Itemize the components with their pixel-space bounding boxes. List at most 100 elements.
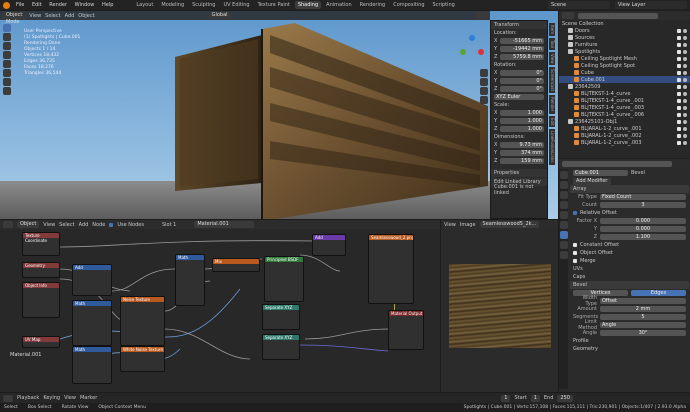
grid-icon[interactable]	[480, 96, 488, 104]
node-menu-node[interactable]: Node	[92, 222, 105, 228]
world-tab-icon[interactable]	[560, 211, 568, 219]
rotation-y-field[interactable]: 0°	[500, 78, 544, 84]
outliner-item[interactable]: 23642509	[559, 83, 690, 90]
tab-animation[interactable]: Animation	[323, 1, 355, 9]
dimension-z-field[interactable]: 159 mm	[500, 158, 544, 164]
outliner-item[interactable]: BLJARAL-1-2_curve_.001	[559, 125, 690, 132]
eye-icon[interactable]	[683, 49, 687, 54]
scene-tab-icon[interactable]	[560, 201, 568, 209]
constant-offset-checkbox[interactable]	[573, 243, 577, 247]
angle-field[interactable]: 30°	[600, 330, 686, 336]
segments-field[interactable]: 5	[600, 314, 686, 320]
node-separate-xyz-1[interactable]: Separate XYZ	[262, 304, 300, 330]
object-dropdown[interactable]: Object	[17, 221, 40, 228]
rotation-x-field[interactable]: 0°	[500, 70, 544, 76]
profile-subpanel[interactable]: Profile	[570, 337, 689, 345]
outliner-item[interactable]: BLJTEKST-1-4_curve	[559, 90, 690, 97]
node-menu-view[interactable]: View	[43, 222, 55, 228]
timeline-view[interactable]: View	[64, 395, 76, 401]
visibility-checkbox[interactable]	[677, 140, 681, 145]
menu-file[interactable]: File	[16, 2, 24, 8]
end-frame-field[interactable]: 250	[557, 394, 573, 402]
pan-icon[interactable]	[480, 78, 488, 86]
outliner-item[interactable]: Furniture	[559, 41, 690, 48]
eye-icon[interactable]	[683, 126, 687, 131]
node-separate-xyz-2[interactable]: Separate XYZ	[262, 334, 300, 360]
geometry-subpanel[interactable]: Geometry	[570, 345, 689, 353]
material-tab-icon[interactable]	[560, 251, 568, 259]
outliner-item[interactable]: Sources	[559, 34, 690, 41]
eye-icon[interactable]	[683, 105, 687, 110]
wood-planks-object[interactable]	[0, 11, 490, 219]
visibility-checkbox[interactable]	[677, 56, 681, 61]
relative-offset-checkbox[interactable]	[573, 211, 577, 215]
visibility-checkbox[interactable]	[677, 112, 681, 117]
slot-dropdown[interactable]: Slot 1	[162, 222, 176, 228]
image-menu-image[interactable]: Image	[460, 222, 476, 228]
eye-icon[interactable]	[683, 98, 687, 103]
bevel-modifier-header[interactable]: Bevel	[570, 281, 689, 289]
eye-icon[interactable]	[683, 112, 687, 117]
location-y-field[interactable]: -19442 mm	[500, 46, 544, 52]
outliner-item[interactable]: BLJTEKST-1-4_curve_.006	[559, 111, 690, 118]
tab-screencast[interactable]: Screencast	[549, 67, 555, 94]
visibility-checkbox[interactable]	[677, 77, 681, 82]
scale-y-field[interactable]: 1.000	[500, 118, 544, 124]
width-type-dropdown[interactable]: Offset	[600, 298, 686, 304]
start-frame-field[interactable]: 1	[530, 394, 540, 402]
timeline-keying[interactable]: Keying	[43, 395, 60, 401]
node-math-3[interactable]: Math	[175, 254, 205, 306]
tab-scripting[interactable]: Scripting	[430, 1, 458, 9]
timeline-playback[interactable]: Playback	[17, 395, 39, 401]
editor-type-dropdown[interactable]	[3, 221, 13, 228]
array-modifier-header[interactable]: Array	[570, 185, 689, 193]
node-principled-bsdf[interactable]: Principled BSDF	[264, 256, 304, 302]
visibility-checkbox[interactable]	[677, 70, 681, 75]
visibility-checkbox[interactable]	[677, 105, 681, 110]
tab-tool[interactable]: Tool	[549, 38, 555, 50]
eye-icon[interactable]	[683, 63, 687, 68]
eye-icon[interactable]	[683, 84, 687, 89]
current-frame-field[interactable]: 1	[501, 394, 511, 402]
viewport[interactable]: Object Mode View Select Add Object Globa…	[0, 11, 558, 219]
gizmo-y-axis-icon[interactable]	[460, 49, 466, 55]
image-menu-view[interactable]: View	[444, 222, 456, 228]
tab-view[interactable]: View	[549, 51, 555, 66]
tool-tab-icon[interactable]	[560, 171, 568, 179]
properties-header[interactable]: Properties	[491, 169, 547, 177]
node-white-noise[interactable]: White Noise Texture	[120, 346, 165, 372]
visibility-checkbox[interactable]	[677, 133, 681, 138]
dimension-x-field[interactable]: 9.73 mm	[500, 142, 544, 148]
outliner-item[interactable]: 236425101-Obj1	[559, 118, 690, 125]
node-geometry[interactable]: Geometry	[22, 262, 60, 278]
outliner-item[interactable]: Doors	[559, 27, 690, 34]
visibility-checkbox[interactable]	[677, 119, 681, 124]
outliner-item[interactable]: Ceiling Spotlight Mesh	[559, 55, 690, 62]
outliner-item[interactable]: Ceiling Spotlight Spot	[559, 62, 690, 69]
navigation-gizmo[interactable]	[458, 35, 486, 63]
visibility-checkbox[interactable]	[677, 84, 681, 89]
tab-rendering[interactable]: Rendering	[357, 1, 389, 9]
eye-icon[interactable]	[683, 42, 687, 47]
node-object-info[interactable]: Object Info	[22, 282, 60, 318]
node-mix[interactable]: Mix	[212, 258, 260, 272]
outliner-item[interactable]: Cube.001	[559, 76, 690, 83]
gizmo-z-axis-icon[interactable]	[469, 35, 475, 41]
rotation-z-field[interactable]: 0°	[500, 86, 544, 92]
tab-texture-paint[interactable]: Texture Paint	[255, 1, 293, 9]
output-tab-icon[interactable]	[560, 191, 568, 199]
timeline-marker[interactable]: Marker	[80, 395, 97, 401]
visibility-checkbox[interactable]	[677, 42, 681, 47]
image-selector[interactable]: Seamlesswood5_2k...	[479, 221, 540, 228]
outliner-item[interactable]: Cube	[559, 69, 690, 76]
use-nodes-checkbox[interactable]	[109, 222, 114, 227]
scene-selector[interactable]: Scene	[548, 1, 610, 9]
menu-help[interactable]: Help	[102, 2, 113, 8]
eye-icon[interactable]	[683, 35, 687, 40]
tab-sculpting[interactable]: Sculpting	[189, 1, 218, 9]
material-selector[interactable]: Material.001	[194, 221, 255, 228]
eye-icon[interactable]	[683, 28, 687, 33]
eye-icon[interactable]	[683, 70, 687, 75]
tab-linefusion[interactable]: LineFusionLinks	[549, 129, 555, 165]
eye-icon[interactable]	[683, 140, 687, 145]
